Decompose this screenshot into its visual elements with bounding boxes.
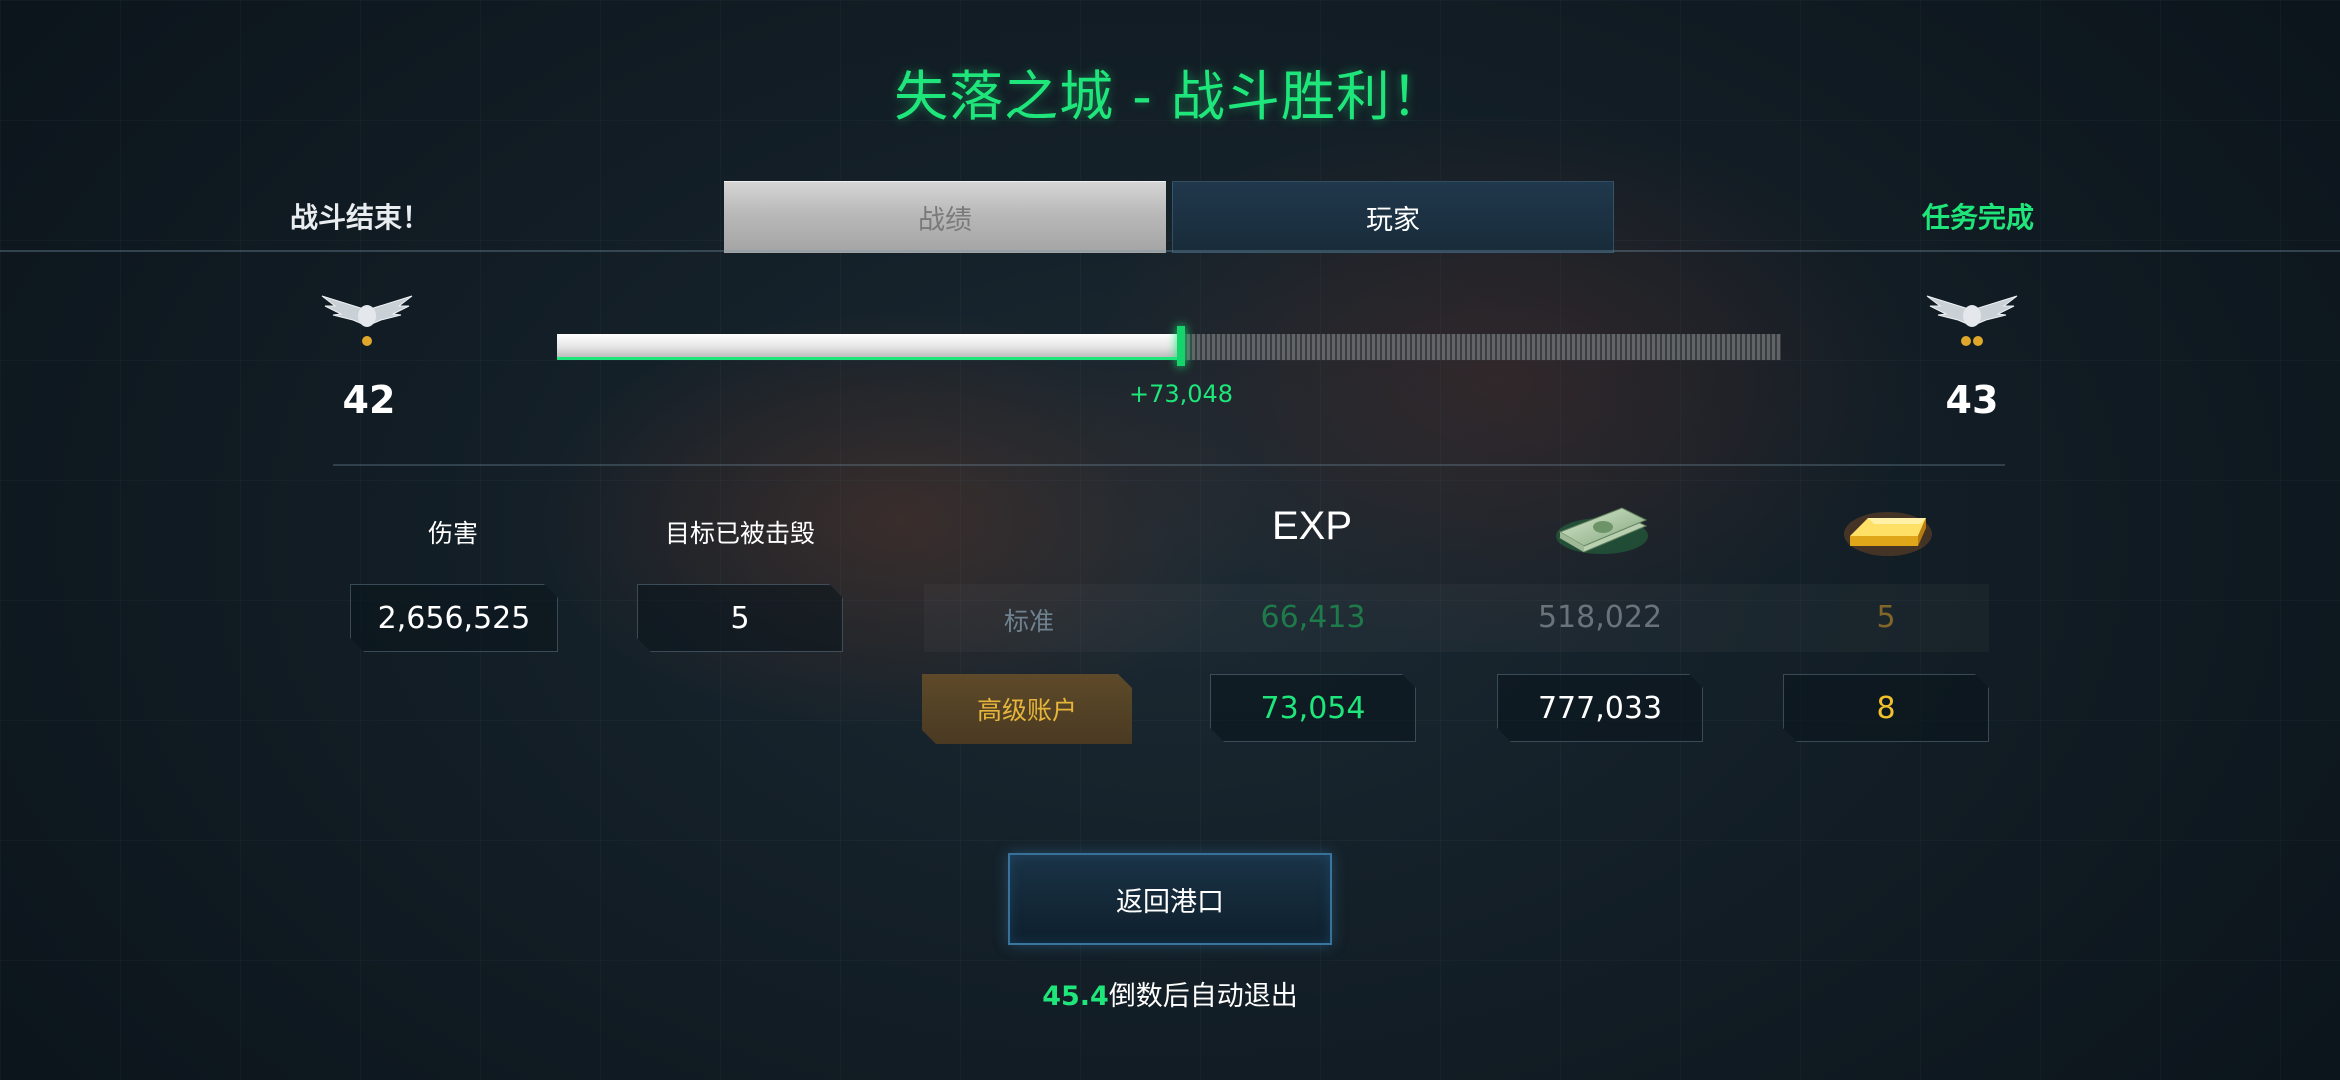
premium-money: 777,033 xyxy=(1497,674,1703,742)
header-divider xyxy=(0,250,2340,252)
countdown-seconds: 45.4 xyxy=(1042,981,1109,1012)
tab-players[interactable]: 玩家 xyxy=(1172,181,1614,253)
next-level: 43 xyxy=(1945,378,1999,422)
xp-progress-marker xyxy=(1177,326,1185,366)
destroyed-value: 5 xyxy=(637,584,843,652)
page-title: 失落之城 - 战斗胜利！ xyxy=(894,65,1446,128)
section-divider xyxy=(333,464,2005,466)
standard-label: 标准 xyxy=(1003,607,1054,636)
standard-gold: 5 xyxy=(1876,600,1896,635)
battle-over-label: 战斗结束！ xyxy=(290,201,431,234)
gold-bar-icon xyxy=(1844,512,1932,556)
rank-insignia-icon xyxy=(1926,295,2018,346)
tab-stats[interactable]: 战绩 xyxy=(724,181,1166,253)
xp-progress-fill xyxy=(557,334,1181,360)
current-level: 42 xyxy=(342,378,396,422)
damage-value: 2,656,525 xyxy=(350,584,558,652)
rank-insignia-icon xyxy=(321,295,413,346)
xp-gain-label: +73,048 xyxy=(1128,380,1234,408)
premium-exp: 73,054 xyxy=(1210,674,1416,742)
damage-label: 伤害 xyxy=(427,519,478,548)
standard-exp: 66,413 xyxy=(1260,600,1366,635)
countdown-text: 倒数后自动退出 xyxy=(1108,981,1298,1012)
money-stack-icon xyxy=(1556,507,1648,554)
destroyed-label: 目标已被击毁 xyxy=(664,519,815,548)
mission-complete-label: 任务完成 xyxy=(1922,201,2035,234)
return-to-port-button[interactable]: 返回港口 xyxy=(1008,853,1332,945)
standard-money: 518,022 xyxy=(1537,600,1663,635)
auto-exit-countdown: 45.4倒数后自动退出 xyxy=(0,974,2340,1013)
premium-account-label: 高级账户 xyxy=(922,674,1132,744)
premium-gold: 8 xyxy=(1783,674,1989,742)
exp-header: EXP xyxy=(1271,504,1353,548)
